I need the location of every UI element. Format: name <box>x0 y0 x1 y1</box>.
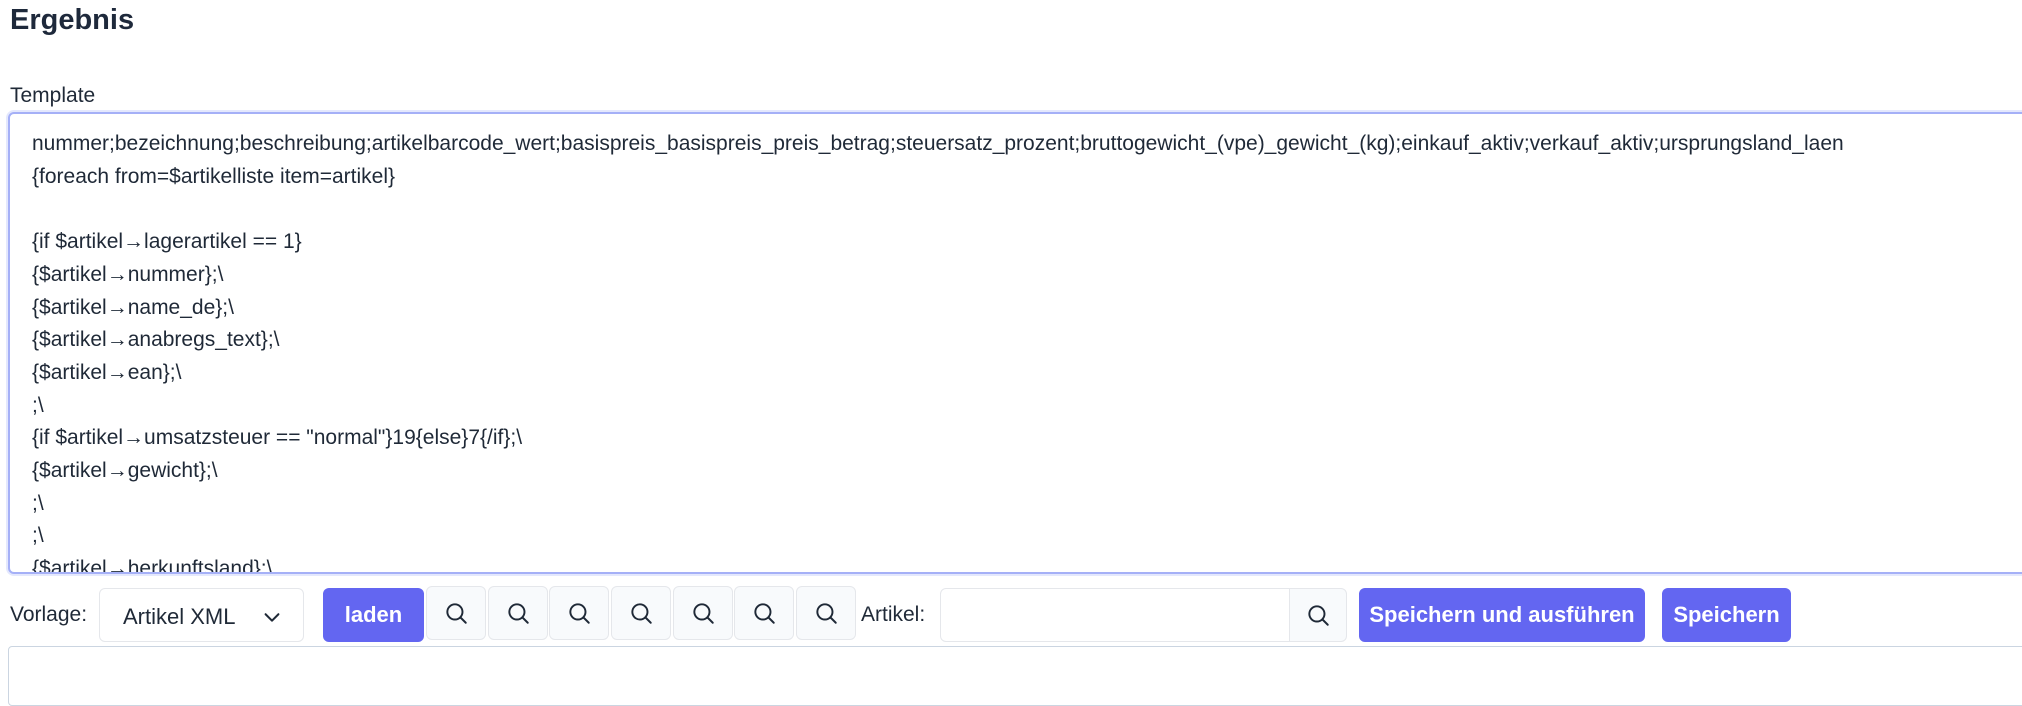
template-editor[interactable]: nummer;bezeichnung;beschreibung;artikelb… <box>8 112 2022 574</box>
vorlage-label: Vorlage: <box>10 603 88 626</box>
search-icon <box>816 603 837 624</box>
template-label: Template <box>10 84 96 107</box>
search-button-4[interactable] <box>611 586 671 640</box>
vorlage-select-value: Artikel XML <box>123 604 236 629</box>
search-icon <box>754 603 775 624</box>
search-icon <box>446 603 467 624</box>
vorlage-select[interactable]: Artikel XML <box>99 588 304 642</box>
search-button-3[interactable] <box>549 586 609 640</box>
search-icon <box>1308 605 1329 626</box>
search-button-5[interactable] <box>673 586 733 640</box>
search-icon <box>693 603 714 624</box>
result-output[interactable] <box>8 646 2022 706</box>
search-button-7[interactable] <box>796 586 856 640</box>
artikel-label: Artikel: <box>861 603 926 626</box>
search-button-2[interactable] <box>488 586 548 640</box>
search-icon <box>508 603 529 624</box>
artikel-input[interactable] <box>940 588 1290 642</box>
search-button-6[interactable] <box>734 586 794 640</box>
save-and-run-button[interactable]: Speichern und ausführen <box>1359 588 1645 642</box>
artikel-search-button[interactable] <box>1289 588 1347 642</box>
chevron-down-icon <box>264 613 280 622</box>
search-icon <box>631 603 652 624</box>
search-icon <box>569 603 590 624</box>
page-title: Ergebnis <box>10 4 135 36</box>
toolbar: Vorlage: Artikel XML laden Artikel: Spei… <box>0 586 2022 644</box>
search-button-1[interactable] <box>426 586 486 640</box>
template-text[interactable]: nummer;bezeichnung;beschreibung;artikelb… <box>32 128 1844 572</box>
save-button[interactable]: Speichern <box>1662 588 1791 642</box>
laden-button[interactable]: laden <box>323 588 424 642</box>
